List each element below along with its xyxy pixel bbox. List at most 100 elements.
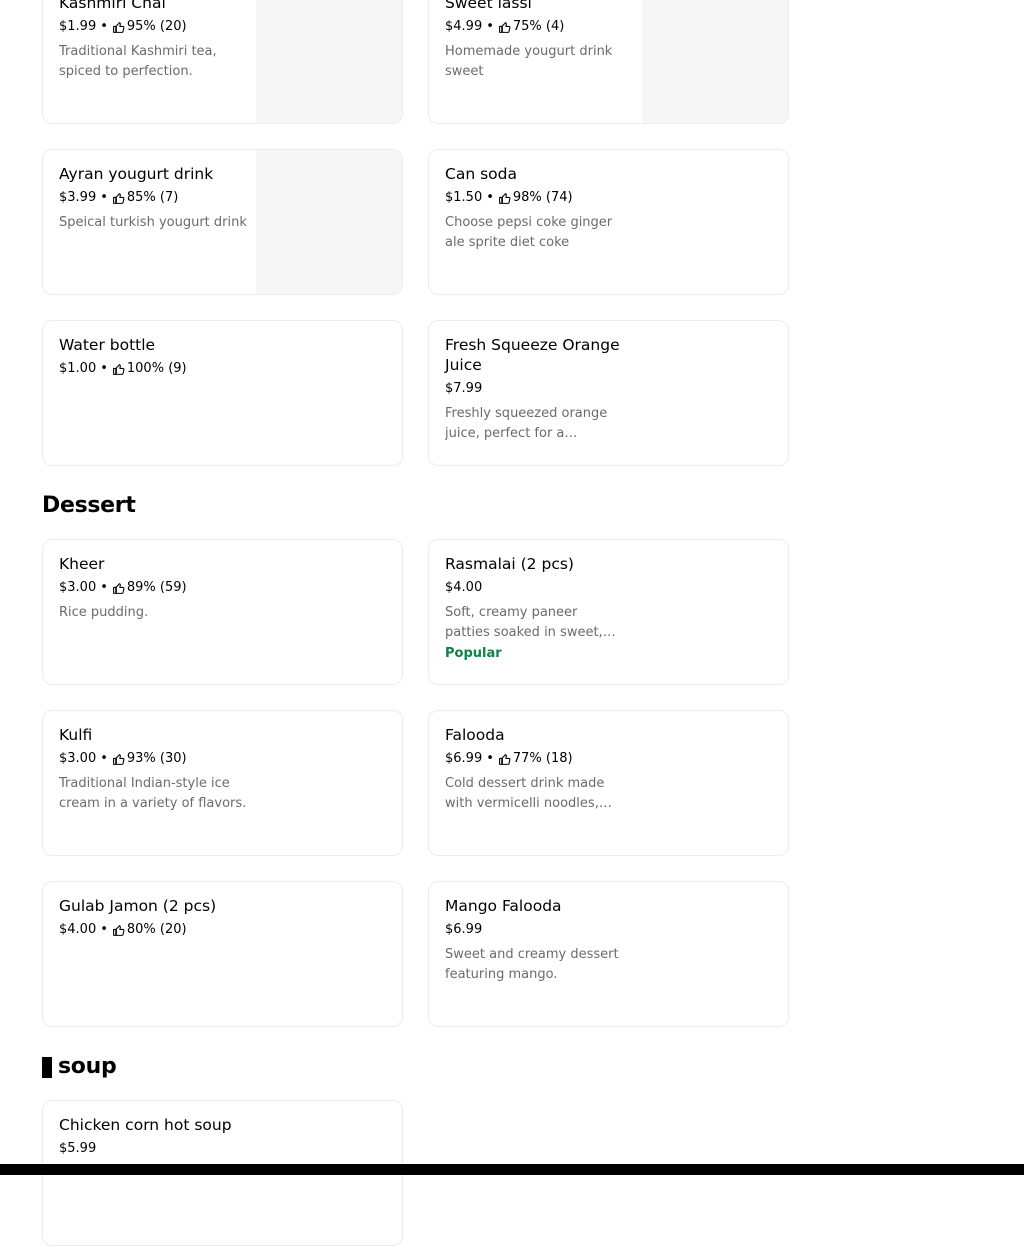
menu-item-description: Soft, creamy paneer patties soaked in sw…	[445, 605, 603, 640]
menu-item-name: Water bottle	[59, 336, 156, 354]
menu-item-info: Kashmiri Chai $1.99 • 95% (20) Traditional…	[59, 0, 249, 82]
menu-item-rating: 93% (30)	[126, 751, 187, 766]
thumbs-up-icon	[112, 582, 125, 595]
separator-dot: •	[100, 580, 108, 595]
menu-item-price: $4.99	[445, 19, 483, 34]
menu-item-name: Sweet lassi	[445, 0, 532, 12]
menu-item-name: Kashmiri Chai	[59, 0, 166, 12]
menu-item-meta: $1.99 • 95% (20)	[59, 18, 249, 36]
menu-item-description: Freshly squeezed orange juice, perfect f…	[445, 406, 608, 441]
menu-item-card[interactable]: Ayran yougurt drink $3.99 • 85% (7) Speica…	[42, 149, 403, 295]
menu-item-price: $5.99	[59, 1141, 97, 1156]
menu-item-rating: 80% (20)	[126, 922, 187, 937]
thumbs-up-icon	[112, 192, 125, 205]
menu-item-info: Chicken corn hot soup $5.99	[59, 1115, 249, 1158]
menu-item-card[interactable]: Falooda $6.99 • 77% (18) Cold dessert drin…	[428, 710, 789, 856]
menu-item-rating: 98% (74)	[512, 190, 573, 205]
thumbs-up-icon	[112, 21, 125, 34]
menu-item-rating: 75% (4)	[512, 19, 565, 34]
menu-item-name: Kheer	[59, 555, 105, 573]
menu-item-image	[256, 0, 402, 123]
thumbs-up-icon	[498, 21, 511, 34]
menu-item-info: Can soda $1.50 • 98% (74) Choose pepsi cok…	[445, 164, 620, 253]
menu-item-name: Rasmalai (2 pcs)	[445, 555, 574, 573]
menu-item-card[interactable]: Can soda $1.50 • 98% (74) Choose pepsi cok…	[428, 149, 789, 295]
menu-item-price: $1.00	[59, 361, 97, 376]
menu-item-name: Falooda	[445, 726, 505, 744]
menu-item-description: Cold dessert drink made with vermicelli …	[445, 776, 605, 811]
menu-item-name: Gulab Jamon (2 pcs)	[59, 897, 217, 915]
menu-item-card[interactable]: Kashmiri Chai $1.99 • 95% (20) Traditional…	[42, 0, 403, 124]
separator-dot: •	[100, 190, 108, 205]
menu-item-info: Sweet lassi $4.99 • 75% (4) Homemade yougu…	[445, 0, 635, 82]
menu-item-price: $3.99	[59, 190, 97, 205]
menu-item-name: Kulfi	[59, 726, 93, 744]
menu-item-meta: $4.99 • 75% (4)	[445, 18, 635, 36]
thumbs-up-icon	[112, 753, 125, 766]
menu-item-name: Ayran yougurt drink	[59, 165, 214, 183]
menu-item-meta: $3.00 • 89% (59)	[59, 579, 249, 597]
menu-item-card[interactable]: Gulab Jamon (2 pcs) $4.00 • 80% (20)	[42, 881, 403, 1027]
section-marker	[42, 1056, 52, 1078]
menu-item-meta: $4.00	[445, 579, 620, 597]
separator-dot: •	[486, 190, 494, 205]
menu-item-rating: 89% (59)	[126, 580, 187, 595]
menu-item-price: $6.99	[445, 922, 483, 937]
menu-item-rating: 85% (7)	[126, 190, 179, 205]
menu-item-card[interactable]: Kulfi $3.00 • 93% (30) Traditional Indian-…	[42, 710, 403, 856]
menu-item-description: Speical turkish yougurt drink	[59, 215, 247, 230]
menu-item-info: Fresh Squeeze Orange Juice $7.99 Freshly…	[445, 335, 620, 444]
menu-item-image	[642, 0, 788, 123]
menu-item-meta: $4.00 • 80% (20)	[59, 921, 249, 939]
menu-item-meta: $7.99	[445, 380, 620, 398]
menu-item-rating: 77% (18)	[512, 751, 573, 766]
separator-dot: •	[100, 751, 108, 766]
menu-item-card[interactable]: Rasmalai (2 pcs) $4.00 Soft, creamy pane…	[428, 539, 789, 685]
separator-dot: •	[100, 361, 108, 376]
thumbs-up-icon	[112, 924, 125, 937]
menu-item-info: Ayran yougurt drink $3.99 • 85% (7) Speica…	[59, 164, 249, 233]
menu-item-meta: $5.99	[59, 1140, 249, 1158]
separator-dot: •	[100, 922, 108, 937]
menu-item-name: Chicken corn hot soup	[59, 1116, 232, 1134]
menu-item-card[interactable]: Sweet lassi $4.99 • 75% (4) Homemade yougu…	[428, 0, 789, 124]
menu-item-price: $1.50	[445, 190, 483, 205]
separator-dot: •	[100, 19, 108, 34]
menu-item-meta: $1.50 • 98% (74)	[445, 189, 620, 207]
menu-item-price: $4.00	[445, 580, 483, 595]
menu-item-info: Kulfi $3.00 • 93% (30) Traditional Indian-…	[59, 725, 249, 814]
menu-item-info: Water bottle $1.00 • 100% (9)	[59, 335, 249, 378]
menu-item-price: $6.99	[445, 751, 483, 766]
menu-item-meta: $3.00 • 93% (30)	[59, 750, 249, 768]
menu-item-image	[256, 150, 402, 294]
menu-item-card[interactable]: Fresh Squeeze Orange Juice $7.99 Freshly…	[428, 320, 789, 466]
menu-item-description: Traditional Indian-style ice cream in a …	[59, 776, 247, 811]
menu-item-price: $4.00	[59, 922, 97, 937]
menu-item-info: Mango Falooda $6.99 Sweet and creamy des…	[445, 896, 620, 985]
menu-item-price: $3.00	[59, 751, 97, 766]
section-title-label: soup	[58, 1054, 117, 1079]
section-title-soup: soup	[42, 1053, 117, 1081]
menu-item-description: Choose pepsi coke ginger ale sprite diet…	[445, 215, 613, 250]
menu-item-name: Fresh Squeeze Orange Juice	[445, 336, 620, 374]
menu-item-rating: 100% (9)	[126, 361, 187, 376]
menu-item-description: Homemade yougurt drink sweet	[445, 44, 613, 79]
menu-item-price: $7.99	[445, 381, 483, 396]
menu-item-description: Sweet and creamy dessert featuring mango…	[445, 947, 619, 982]
menu-item-card[interactable]: Kheer $3.00 • 89% (59) Rice pudding.	[42, 539, 403, 685]
menu-item-description: Rice pudding.	[59, 605, 149, 620]
separator-dot: •	[486, 751, 494, 766]
menu-item-card[interactable]: Mango Falooda $6.99 Sweet and creamy des…	[428, 881, 789, 1027]
separator-dot: •	[486, 19, 494, 34]
menu-item-price: $1.99	[59, 19, 97, 34]
bottom-bar	[0, 1164, 1024, 1175]
menu-item-meta: $3.99 • 85% (7)	[59, 189, 249, 207]
menu-item-info: Gulab Jamon (2 pcs) $4.00 • 80% (20)	[59, 896, 249, 939]
section-title-dessert: Dessert	[42, 492, 136, 520]
menu-item-card[interactable]: Water bottle $1.00 • 100% (9)	[42, 320, 403, 466]
menu-item-description: Traditional Kashmiri tea, spiced to perf…	[59, 44, 217, 79]
thumbs-up-icon	[498, 753, 511, 766]
menu-item-info: Falooda $6.99 • 77% (18) Cold dessert drin…	[445, 725, 620, 814]
menu-item-meta: $1.00 • 100% (9)	[59, 360, 249, 378]
menu-item-rating: 95% (20)	[126, 19, 187, 34]
